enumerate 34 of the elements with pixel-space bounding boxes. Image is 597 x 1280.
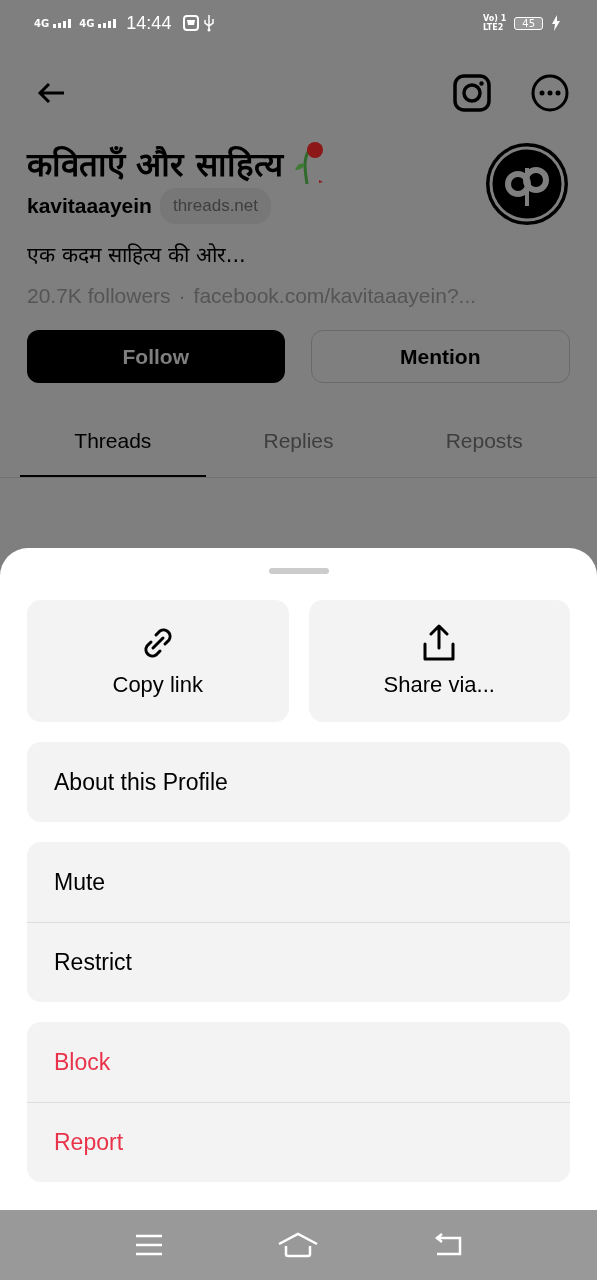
back-arrow-icon[interactable] bbox=[36, 81, 66, 105]
profile-name: कविताएँ और साहित्य bbox=[27, 143, 283, 186]
menu-item[interactable]: Mute bbox=[27, 842, 570, 922]
menu-item[interactable]: About this Profile bbox=[27, 742, 570, 822]
battery-level: 45 bbox=[514, 16, 543, 30]
camera-icon[interactable] bbox=[453, 74, 491, 112]
volte-label: Vo) 1 LTE2 bbox=[483, 14, 507, 32]
profile-tab[interactable]: Replies bbox=[205, 407, 392, 477]
clock-time: 14:44 bbox=[126, 12, 172, 34]
menu-icon[interactable] bbox=[134, 1234, 163, 1256]
charging-icon bbox=[551, 15, 561, 31]
drag-handle[interactable] bbox=[268, 568, 329, 574]
profile-tab[interactable]: Reposts bbox=[391, 407, 577, 477]
profile-bio: एक कदम साहित्य की ओर... bbox=[26, 242, 247, 268]
profile-tab[interactable]: Threads bbox=[20, 407, 206, 477]
home-icon[interactable] bbox=[277, 1232, 318, 1258]
more-options-icon[interactable] bbox=[531, 74, 569, 112]
follow-button[interactable]: Follow bbox=[27, 330, 285, 383]
share-button[interactable]: Share via... bbox=[308, 600, 570, 722]
profile-avatar[interactable] bbox=[485, 142, 569, 226]
signal-icon bbox=[53, 18, 74, 28]
usb-icon bbox=[203, 14, 216, 32]
share-icon bbox=[421, 624, 458, 662]
menu-item[interactable]: Block bbox=[27, 1022, 570, 1102]
menu-item[interactable]: Report bbox=[27, 1102, 570, 1182]
separator: · bbox=[178, 284, 186, 308]
username: kavitaaayein bbox=[27, 194, 152, 218]
network-label: 4G bbox=[34, 17, 50, 29]
network-label: 4G bbox=[79, 17, 95, 29]
mention-button[interactable]: Mention bbox=[310, 330, 570, 383]
message-icon bbox=[183, 15, 200, 31]
copy-link-button[interactable]: Copy link bbox=[27, 600, 289, 722]
signal-icon bbox=[98, 18, 119, 28]
menu-item[interactable]: Restrict bbox=[27, 922, 570, 1002]
